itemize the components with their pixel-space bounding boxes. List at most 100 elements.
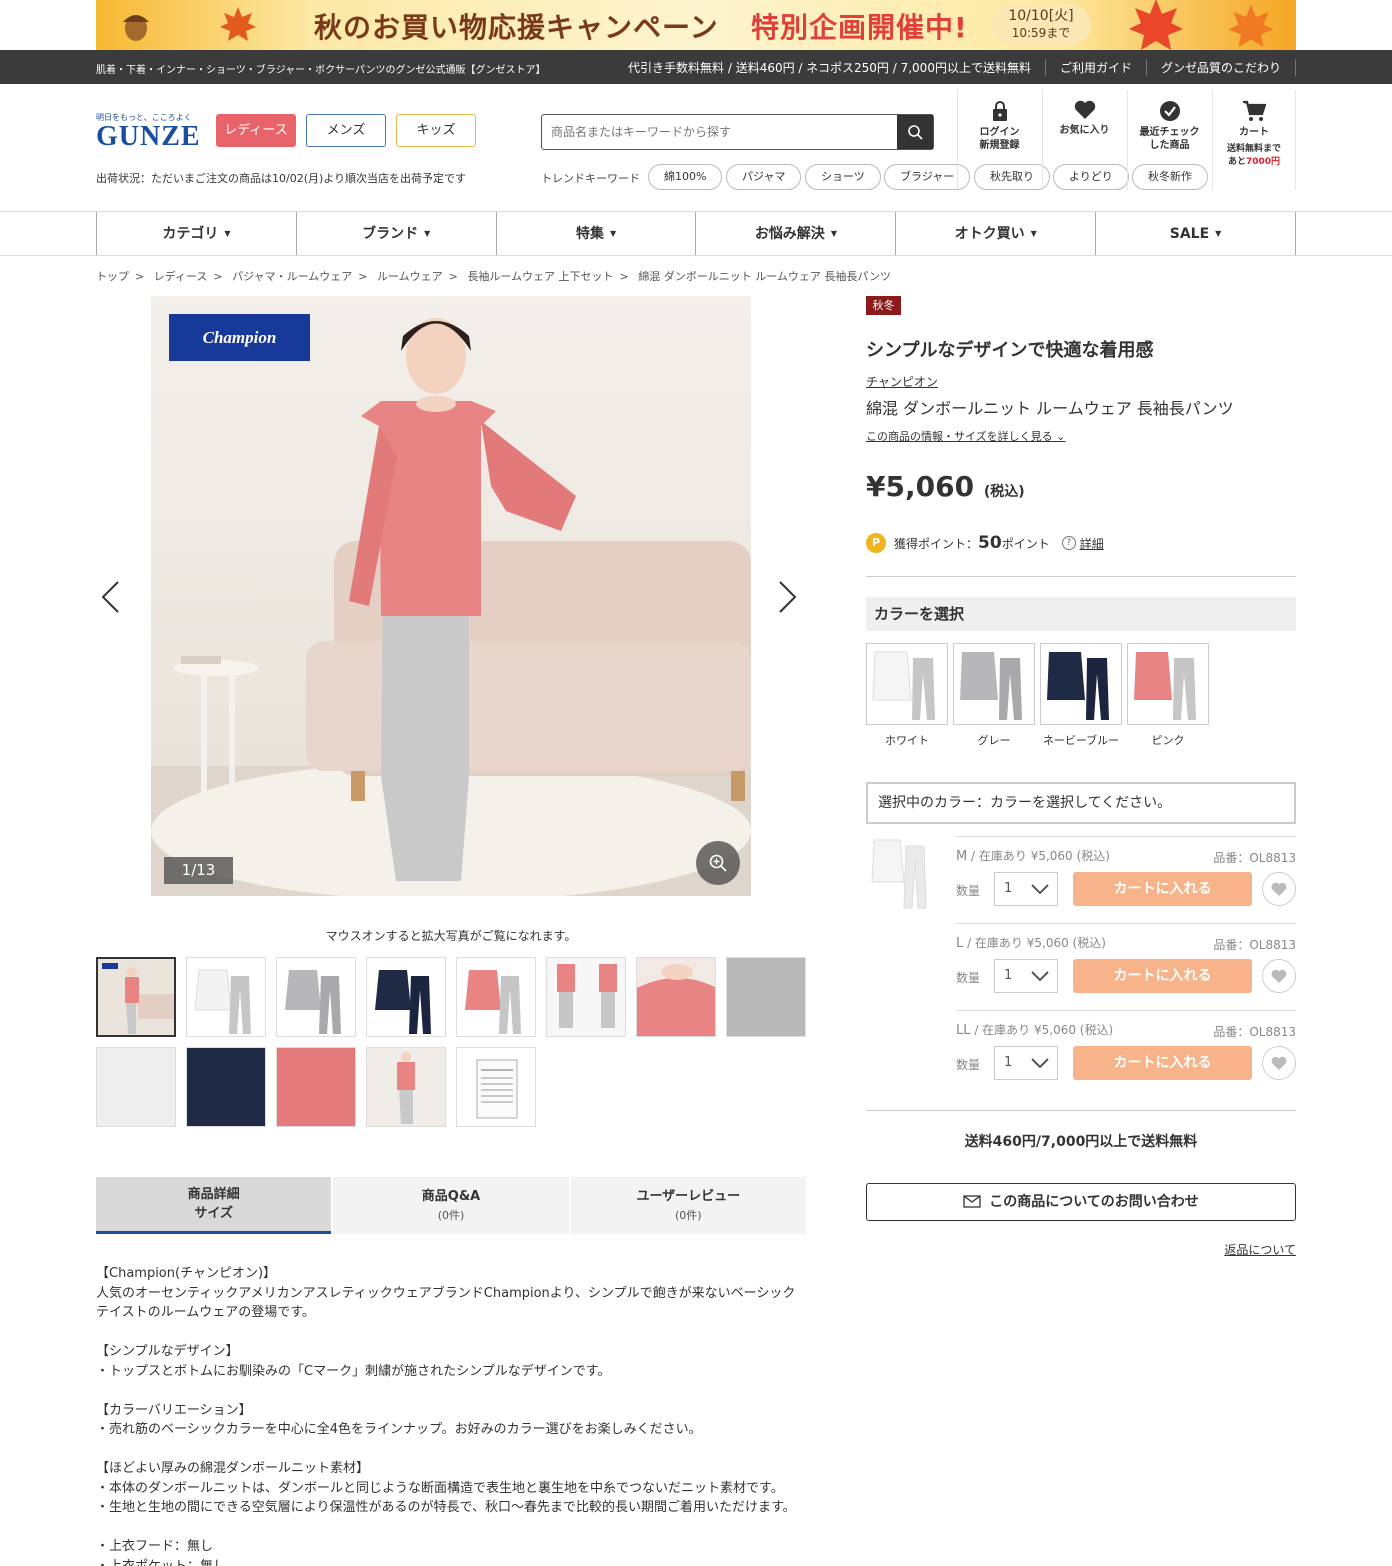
swatch-image [1047,652,1109,720]
tab-details[interactable]: 商品詳細 サイズ [96,1177,332,1234]
tab-reviews[interactable]: ユーザーレビュー (0件) [570,1177,806,1234]
main-product-image[interactable]: Champion 1/13 [151,296,751,896]
quality-link[interactable]: グンゼ品質のこだわり [1147,59,1296,76]
trend-keyword[interactable]: パジャマ [726,164,802,190]
quantity-label: 数量 [956,884,981,898]
returns-link[interactable]: 返品について [1224,1241,1296,1258]
color-swatch-white[interactable] [866,643,948,725]
thumbnail[interactable] [96,957,176,1037]
next-image-arrow[interactable] [778,580,798,614]
champion-logo: Champion [169,314,310,361]
color-swatch-grey[interactable] [953,643,1035,725]
zoom-button[interactable] [696,841,740,885]
search-input[interactable] [542,115,897,149]
login-link[interactable]: ログイン 新規登録 [957,90,1041,190]
gunze-logo[interactable]: 明日をもっと、こころよく GUNZE [96,112,201,151]
favorite-button[interactable] [1262,872,1296,906]
thumbnail-image [277,1048,355,1126]
thumbnail[interactable] [366,957,446,1037]
thumbnail[interactable] [366,1047,446,1127]
favorites-link[interactable]: お気に入り [1042,90,1126,190]
price-tax: (税込) [983,484,1025,500]
zoom-hint: マウスオンすると拡大写真がご覧になれます。 [325,929,577,943]
quantity-value: 1 [1004,968,1013,983]
product-catchphrase: シンプルなデザインで快適な着用感 [866,340,1154,361]
trend-keyword-label: トレンドキーワード [541,172,640,185]
thumbnail[interactable] [186,1047,266,1127]
search-box [541,114,934,150]
thumbnail[interactable] [456,957,536,1037]
brand-link[interactable]: チャンピオン [866,373,938,390]
thumbnail[interactable] [546,957,626,1037]
mail-icon [963,1195,981,1208]
quantity-select[interactable]: 1 [994,1046,1058,1080]
trend-keyword[interactable]: ショーツ [805,164,881,190]
favorite-button[interactable] [1262,959,1296,993]
ladies-button[interactable]: レディース [216,114,296,147]
breadcrumb-item[interactable]: レディース [154,270,208,283]
nav-deals[interactable]: オトク買い ▼ [895,212,1095,255]
caret-down-icon: ▼ [1215,229,1222,238]
thumbnail[interactable] [726,957,806,1037]
favorite-button[interactable] [1262,1046,1296,1080]
cart-link[interactable]: カート 送料無料まで あと7000円 [1212,90,1296,190]
maple-leaf-icon [1228,4,1274,47]
prev-image-arrow[interactable] [100,580,120,614]
inquiry-button[interactable]: この商品についてのお問い合わせ [866,1183,1296,1221]
add-to-cart-button[interactable]: カートに入れる [1073,959,1252,993]
tab-qa[interactable]: 商品Q&A (0件) [333,1177,569,1234]
quantity-select[interactable]: 1 [994,959,1058,993]
add-to-cart-button[interactable]: カートに入れる [1073,1046,1252,1080]
chevron-down-icon: ⌄ [1056,430,1066,443]
thumbnail[interactable] [276,1047,356,1127]
maple-leaf-icon [220,7,256,41]
product-detail-link[interactable]: この商品の情報・サイズを詳しく見る ⌄ [866,428,1065,444]
tab-count: (0件) [675,1209,702,1222]
breadcrumb-item[interactable]: トップ [96,270,129,283]
color-swatch-pink[interactable] [1127,643,1209,725]
nav-brand[interactable]: ブランド ▼ [295,212,496,255]
points-icon: P [866,533,886,553]
color-swatch-navy[interactable] [1040,643,1122,725]
nav-label: お悩み解決 [754,226,825,242]
search-button[interactable] [897,115,933,149]
thumbnail[interactable] [96,1047,176,1127]
thumbnail[interactable] [186,957,266,1037]
cart-label: カート [1239,127,1269,138]
product-tabs: 商品詳細 サイズ 商品Q&A (0件) ユーザーレビュー (0件) [96,1177,806,1234]
thumbnail[interactable] [276,957,356,1037]
campaign-banner-area: 秋のお買い物応援キャンペーン 特別企画開催中! 10/10[火] 10:59まで [0,0,1392,50]
help-icon: ? [1061,536,1076,550]
top-links: 代引き手数料無料 / 送料460円 / ネコポス250円 / 7,000円以上で… [614,59,1296,76]
breadcrumb-item[interactable]: ルームウェア [377,270,443,283]
tab-label: 商品Q&A [421,1189,481,1204]
nav-category[interactable]: カテゴリ ▼ [96,212,296,255]
points-detail-link[interactable]: 詳細 [1080,535,1104,552]
trend-keyword[interactable]: 綿100% [648,164,723,190]
cart-icon [1243,100,1266,121]
add-to-cart-button[interactable]: カートに入れる [1073,872,1252,906]
thumbnail[interactable] [636,957,716,1037]
mens-button[interactable]: メンズ [306,114,386,147]
swatch-image [960,652,1022,720]
product-name: 綿混 ダンボールニット ルームウェア 長袖長パンツ [866,399,1234,418]
breadcrumb-item[interactable]: パジャマ・ルームウェア [232,270,352,283]
caret-down-icon: ▼ [609,229,617,238]
color-label: ホワイト [885,734,929,747]
thumbnail-image [727,958,805,1036]
recent-label-1: 最近チェック [1139,127,1200,138]
breadcrumb-item[interactable]: 長袖ルームウェア 上下セット [467,270,613,283]
top-info-bar: 肌着・下着・インナー・ショーツ・ブラジャー・ボクサーパンツのグンゼ公式通販【グン… [0,50,1392,84]
campaign-banner[interactable]: 秋のお買い物応援キャンペーン 特別企画開催中! 10/10[火] 10:59まで [96,0,1296,50]
breadcrumb-sep: > [213,270,223,283]
nav-feature[interactable]: 特集 ▼ [495,212,696,255]
breadcrumb-sep: > [135,270,145,283]
nav-solutions[interactable]: お悩み解決 ▼ [695,212,895,255]
thumbnail[interactable] [456,1047,536,1127]
recently-viewed-link[interactable]: 最近チェック した商品 [1127,90,1211,190]
guide-link[interactable]: ご利用ガイド [1046,59,1147,76]
nav-sale[interactable]: SALE ▼ [1095,212,1296,255]
caret-down-icon: ▼ [830,229,837,238]
quantity-select[interactable]: 1 [994,872,1058,906]
kids-button[interactable]: キッズ [396,114,476,147]
